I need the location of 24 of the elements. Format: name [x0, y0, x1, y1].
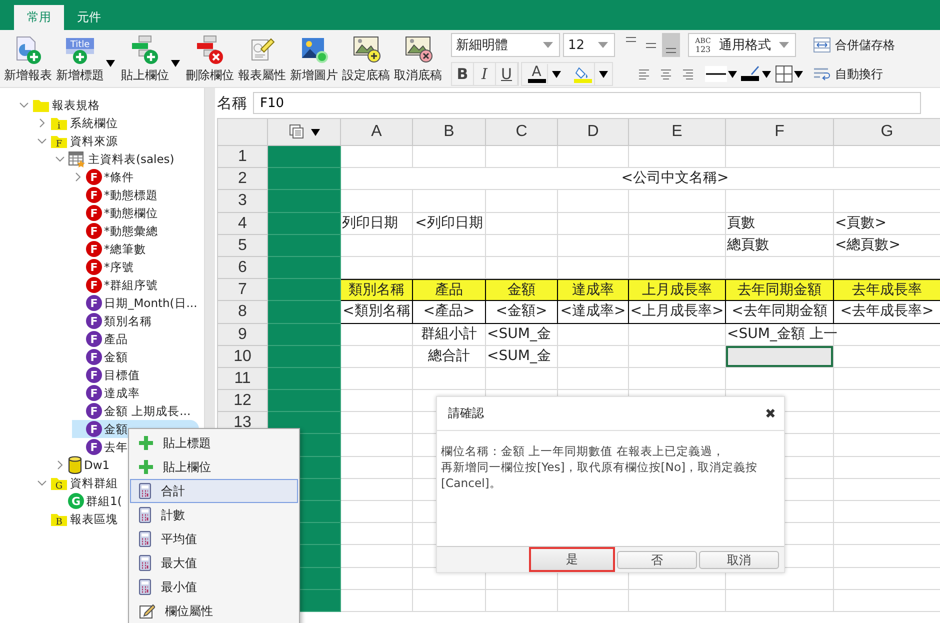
field-icon: F — [86, 367, 102, 383]
folder-icon: F — [50, 134, 68, 148]
folder-icon: B — [50, 512, 68, 526]
field-icon: F — [86, 403, 102, 419]
dialog-message: 欄位名稱：金額 上一年同期數值 在報表上已定義過， 再新增同一欄位按[Yes]，取代原有欄位按[No]，取消定義按 [Cancel]。 — [441, 443, 758, 491]
folder-icon: i — [50, 116, 68, 130]
field-icon: F — [86, 295, 102, 311]
group-icon: G — [68, 493, 84, 509]
field-icon: F — [86, 331, 102, 347]
field-icon: F — [86, 241, 102, 257]
field-icon: F — [86, 187, 102, 203]
name-label: 名稱 — [217, 94, 247, 112]
field-icon: F — [86, 223, 102, 239]
folder-icon: G — [50, 476, 68, 490]
field-icon: F — [86, 313, 102, 329]
field-icon: F — [86, 349, 102, 365]
dialog-title: 請確認 — [448, 405, 484, 422]
field-icon: F — [86, 277, 102, 293]
field-icon: F — [86, 421, 102, 437]
field-icon: F — [86, 205, 102, 221]
field-icon: F — [86, 169, 102, 185]
field-icon: F — [86, 385, 102, 401]
field-icon: F — [86, 439, 102, 455]
field-icon: F — [86, 259, 102, 275]
